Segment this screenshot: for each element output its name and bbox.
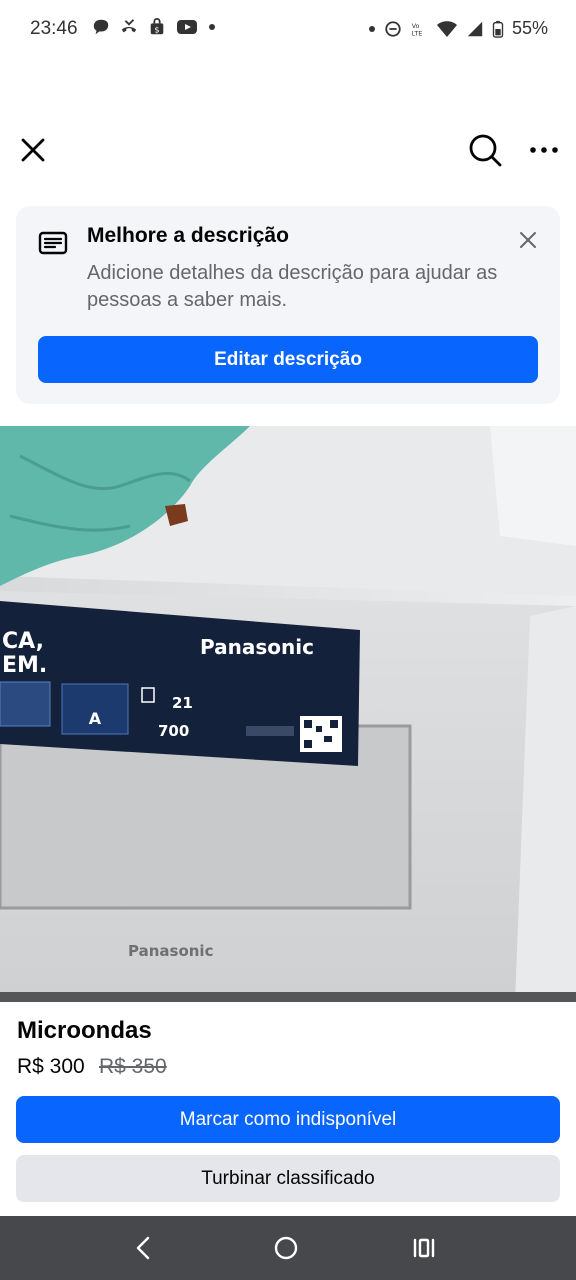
back-icon[interactable]: [128, 1232, 160, 1264]
youtube-icon: [177, 20, 197, 34]
search-icon[interactable]: [466, 131, 504, 169]
svg-text:LTE: LTE: [412, 30, 422, 37]
listing-price: R$ 300: [17, 1055, 85, 1078]
dot-icon: [209, 24, 215, 30]
wifi-icon: [436, 20, 457, 37]
chat-bubble-icon: [93, 19, 109, 35]
box-slogan-line1: CA,: [2, 629, 44, 654]
top-bar: [0, 120, 576, 180]
energy-rating-text: A: [89, 709, 102, 728]
svg-text:Vo: Vo: [412, 23, 420, 30]
listing-photo[interactable]: Panasonic CA, EM. A 21 700 Panasonic: [0, 426, 576, 1002]
home-icon[interactable]: [270, 1232, 302, 1264]
box-slogan-line2: EM.: [2, 653, 47, 678]
status-time: 23:46: [30, 18, 78, 39]
battery-percent: 55%: [511, 18, 548, 38]
listing-original-price: R$ 350: [99, 1055, 167, 1078]
improve-description-card: Melhore a descrição Adicione detalhes da…: [16, 206, 560, 404]
svg-text:$: $: [154, 24, 159, 34]
do-not-disturb-icon: [385, 20, 401, 37]
box-brand-text: Panasonic: [200, 635, 314, 659]
dot-icon: [368, 25, 375, 32]
status-notification-icons: $: [92, 18, 216, 36]
dismiss-card-icon[interactable]: [516, 228, 540, 252]
status-system-icons: Vo LTE 55%: [368, 18, 548, 39]
capacity-text: 21: [172, 694, 193, 712]
description-icon: [38, 231, 68, 255]
status-bar: 23:46 $ Vo LTE 55%: [0, 0, 576, 60]
card-description: Adicione detalhes da descrição para ajud…: [87, 262, 498, 311]
microwave-photo: Panasonic CA, EM. A 21 700 Panasonic: [0, 426, 576, 1002]
edit-description-button[interactable]: Editar descrição: [38, 336, 538, 383]
boost-listing-button[interactable]: Turbinar classificado: [16, 1155, 560, 1202]
recent-apps-icon[interactable]: [408, 1232, 440, 1264]
close-icon[interactable]: [16, 133, 50, 167]
card-title: Melhore a descrição: [87, 224, 289, 247]
shopping-bag-icon: $: [150, 18, 164, 34]
missed-call-icon: [121, 19, 137, 33]
mark-unavailable-button[interactable]: Marcar como indisponível: [16, 1096, 560, 1143]
listing-title: Microondas: [17, 1017, 152, 1044]
more-icon[interactable]: [526, 138, 562, 162]
power-text: 700: [158, 722, 189, 740]
signal-icon: [467, 21, 483, 36]
front-brand-text: Panasonic: [128, 942, 213, 960]
battery-icon: [492, 20, 504, 38]
system-nav-bar: [0, 1216, 576, 1280]
volte-icon: VoLTE: [412, 23, 422, 37]
